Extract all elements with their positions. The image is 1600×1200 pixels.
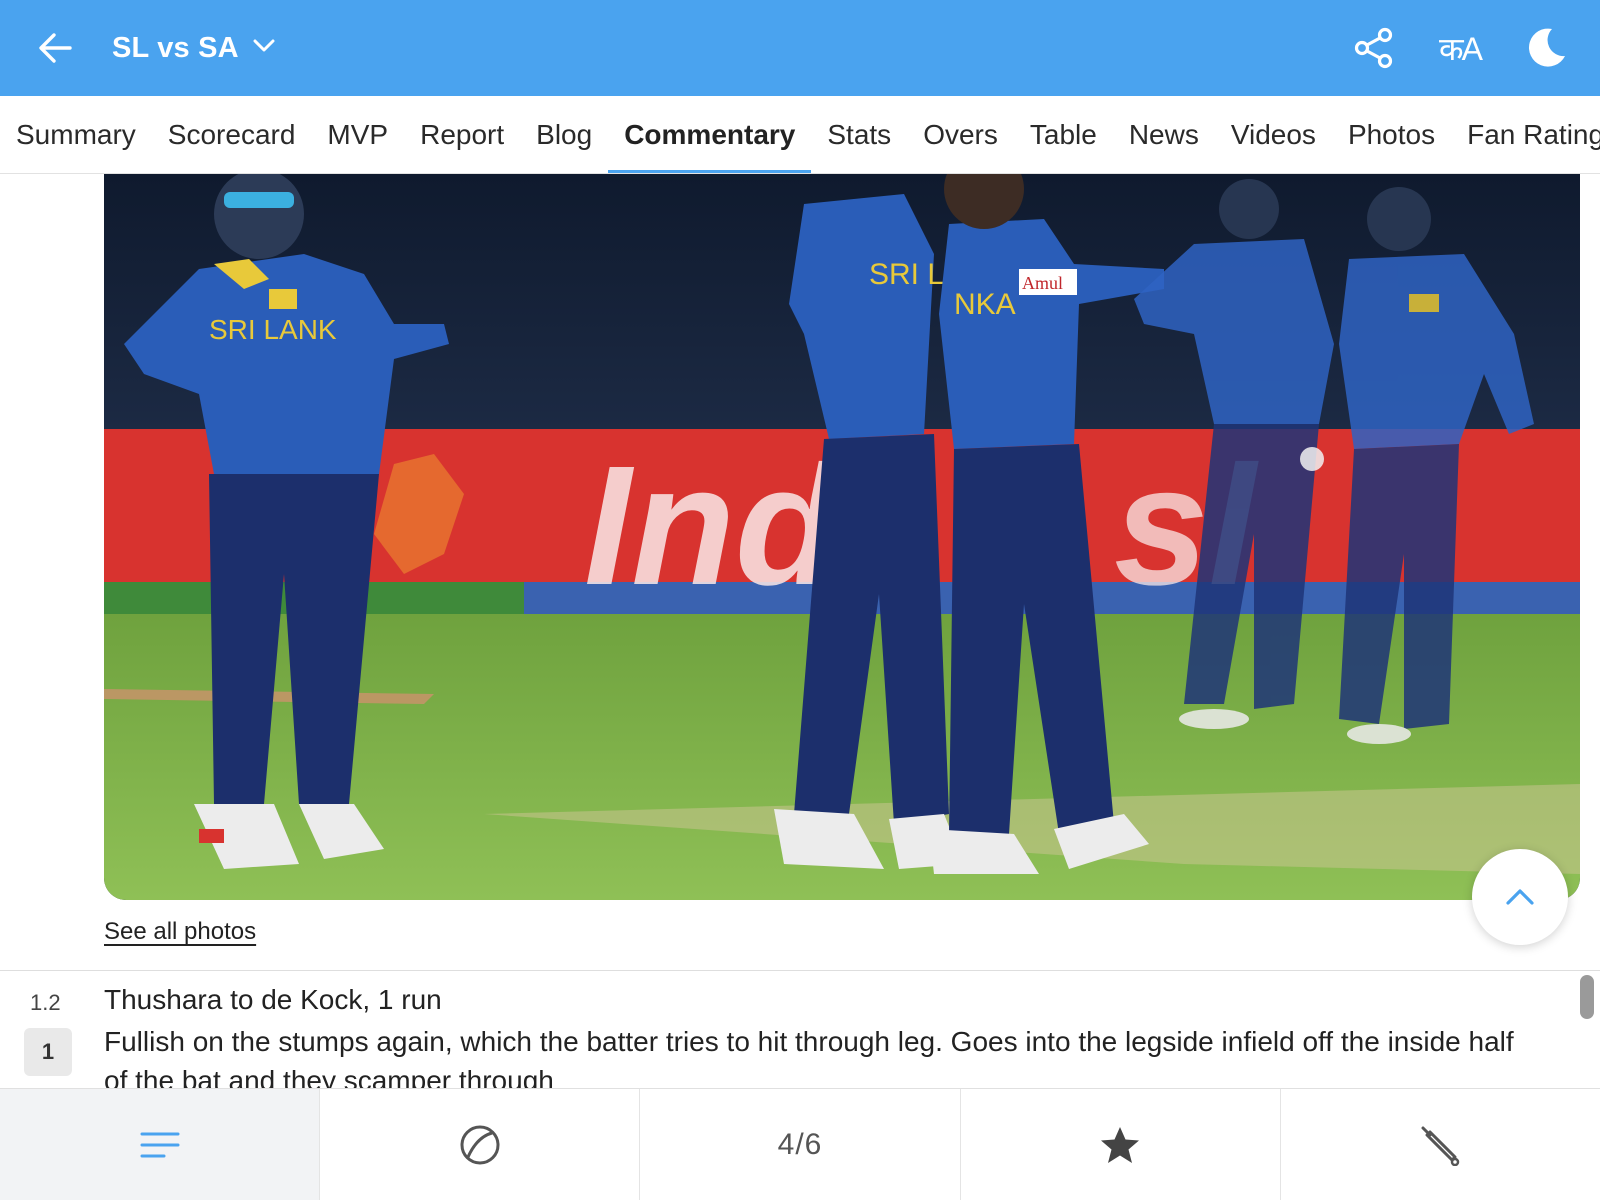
tab-mvp[interactable]: MVP [311, 96, 404, 173]
chevron-up-icon [1506, 889, 1534, 905]
nav-ball-button[interactable] [320, 1089, 641, 1200]
runs-badge: 1 [24, 1028, 72, 1076]
tab-scorecard[interactable]: Scorecard [152, 96, 312, 173]
over-number: 1.2 [30, 990, 61, 1015]
svg-text:SRI LANK: SRI LANK [209, 314, 337, 345]
sri-lanka-fielders-image: Ind sl SRI LANK SRI LA Amul NKA [104, 174, 1580, 900]
nav-highlights-button[interactable] [961, 1089, 1281, 1200]
commentary-text: Fullish on the stumps again, which the b… [104, 1026, 1514, 1088]
tab-summary[interactable]: Summary [16, 96, 152, 173]
language-toggle-button[interactable]: कA [1434, 22, 1486, 74]
boundaries-count: 4/6 [777, 1128, 823, 1161]
header-actions: कA [1348, 22, 1572, 74]
svg-text:Amul: Amul [1022, 273, 1063, 293]
tab-commentary[interactable]: Commentary [608, 96, 812, 173]
nav-boundaries-button[interactable]: 4/6 [640, 1089, 961, 1200]
commentary-item: 1.2 1 Thushara to de Kock, 1 run Fullish… [0, 972, 1600, 1088]
see-all-photos-link[interactable]: See all photos [104, 918, 256, 946]
svg-text:NKA: NKA [954, 288, 1016, 321]
scrollbar-thumb[interactable] [1580, 975, 1594, 1019]
tab-stats[interactable]: Stats [811, 96, 907, 173]
app-header: SL vs SA कA [0, 0, 1600, 96]
match-title: SL vs SA [112, 31, 239, 64]
cricket-ball-icon [460, 1125, 500, 1165]
tab-photos[interactable]: Photos [1332, 96, 1451, 173]
share-icon[interactable] [1348, 22, 1400, 74]
match-tab-bar: Summary Scorecard MVP Report Blog Commentary S… [0, 96, 1600, 174]
tab-fan-ratings[interactable]: Fan Ratings [1451, 96, 1600, 173]
nav-commentary-button[interactable] [0, 1089, 321, 1200]
cricket-bat-icon [1421, 1126, 1460, 1166]
match-photo[interactable]: Ind sl SRI LANK SRI LA Amul NKA [104, 174, 1580, 900]
tab-blog[interactable]: Blog [520, 96, 608, 173]
star-icon [1101, 1127, 1140, 1163]
moon-icon[interactable] [1520, 22, 1572, 74]
tab-news[interactable]: News [1113, 96, 1215, 173]
tab-list: Summary Scorecard MVP Report Blog Commentary S… [0, 96, 1600, 173]
nav-batting-button[interactable] [1281, 1089, 1600, 1200]
tab-overs[interactable]: Overs [907, 96, 1014, 173]
menu-lines-icon [140, 1132, 180, 1158]
scroll-to-top-button[interactable] [1472, 849, 1568, 945]
bottom-navigation: 4/6 [0, 1088, 1600, 1200]
tab-videos[interactable]: Videos [1215, 96, 1332, 173]
chevron-down-icon [253, 39, 275, 58]
svg-text:Ind: Ind [584, 431, 842, 621]
match-selector[interactable]: SL vs SA [112, 26, 275, 70]
divider [0, 970, 1600, 971]
tab-report[interactable]: Report [404, 96, 520, 173]
tab-table[interactable]: Table [1014, 96, 1113, 173]
back-arrow-icon[interactable] [36, 28, 76, 68]
commentary-headline: Thushara to de Kock, 1 run [104, 984, 442, 1015]
